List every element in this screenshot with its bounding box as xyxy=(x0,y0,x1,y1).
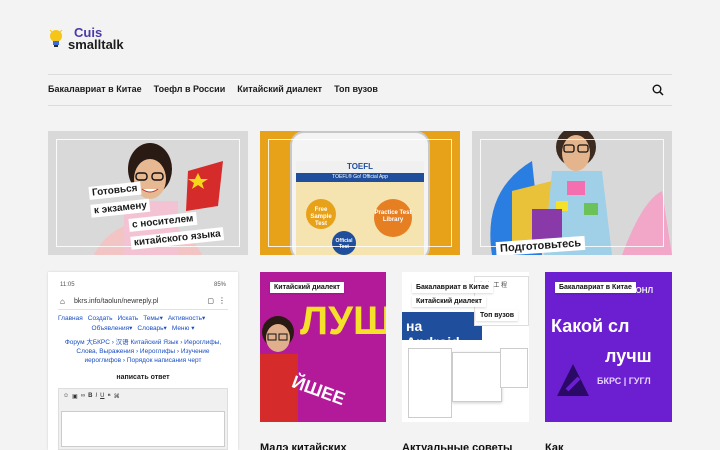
dict-screenshot-2 xyxy=(452,352,502,402)
caption-line: с носителем xyxy=(128,211,197,232)
logo-shape-icon xyxy=(557,364,589,396)
category-badge[interactable]: Китайский диалект xyxy=(412,296,486,307)
phone-screenshot-card[interactable]: 11:05 85% ⌂ bkrs.info/taolun/newreply.pl… xyxy=(48,272,238,450)
hero-card-3-frame xyxy=(480,139,664,247)
main-nav: Бакалавриат в Китае Тоефл в России Китай… xyxy=(48,84,378,94)
menu-item[interactable]: Главная xyxy=(58,314,83,324)
article-card-dialect[interactable]: ЛУЩ ЙШЕЕ Китайский диалект xyxy=(260,272,386,422)
menu-item[interactable]: Искать xyxy=(117,314,138,324)
article-3-heading[interactable]: Как xyxy=(545,442,563,450)
menu-item[interactable]: Активность▾ xyxy=(168,314,205,324)
browser-url[interactable]: bkrs.info/taolun/newreply.pl xyxy=(74,298,158,305)
forum-menu: Главная Создать Искать Темы▾ Активность▾… xyxy=(58,314,228,334)
nav-item-top-universities[interactable]: Топ вузов xyxy=(334,84,378,94)
nav-item-chinese-dialect[interactable]: Китайский диалект xyxy=(237,84,322,94)
code-icon[interactable]: ⌘ xyxy=(114,393,120,400)
nav-item-toefl-russia[interactable]: Тоефл в России xyxy=(154,84,226,94)
logo-line-2: smalltalk xyxy=(68,37,124,52)
article-2-heading[interactable]: Актуальные советы xyxy=(402,442,512,450)
hero-card-2-frame xyxy=(268,139,452,247)
more-icon[interactable]: ⋮ xyxy=(218,296,226,305)
menu-item[interactable]: Темы▾ xyxy=(143,314,163,324)
image-icon[interactable]: ▣ xyxy=(72,393,78,400)
reply-textarea[interactable] xyxy=(61,411,225,447)
page: Cuis smalltalk Бакалавриат в Китае Тоефл… xyxy=(0,0,720,450)
nav-top-divider xyxy=(48,74,672,75)
hero-card-toefl-app[interactable]: TOEFL TOEFL® Go! Official App Free Sampl… xyxy=(260,131,460,255)
svg-text:ЛУЩ: ЛУЩ xyxy=(300,299,386,343)
home-icon[interactable]: ⌂ xyxy=(60,297,65,306)
browser-bar: ⌂ bkrs.info/taolun/newreply.pl ▢ ⋮ xyxy=(58,294,228,310)
category-badge[interactable]: Бакалавриат в Китае xyxy=(412,282,493,293)
category-badge[interactable]: Китайский диалект xyxy=(270,282,344,293)
android-banner: на Android xyxy=(402,312,482,350)
lightbulb-logo-icon xyxy=(49,29,63,47)
site-logo[interactable]: Cuis smalltalk xyxy=(48,26,124,51)
menu-item[interactable]: Словарь▾ xyxy=(137,324,166,334)
link-icon[interactable]: ∞ xyxy=(81,393,85,400)
search-icon[interactable] xyxy=(652,84,664,96)
card-3-sub-text: лучш xyxy=(605,346,652,366)
caption-line: Готовься xyxy=(88,181,142,200)
category-badge[interactable]: Бакалавриат в Китае xyxy=(555,282,636,293)
card-3-brand-text: БКРС | ГУГЛ xyxy=(597,376,651,386)
hero-card-exam-prep[interactable]: Готовься к экзамену с носителем китайско… xyxy=(48,131,248,255)
dict-screenshot-3 xyxy=(408,348,452,418)
emoji-icon[interactable]: ☺ xyxy=(63,393,69,400)
dict-screenshot-4 xyxy=(500,348,528,388)
category-badge[interactable]: Топ вузов xyxy=(476,310,519,321)
article-card-android[interactable]: на Android 金 高 工 程 Бакалавриат в Китае К… xyxy=(402,272,529,422)
article-1-heading[interactable]: Малэ китайских xyxy=(260,442,347,450)
status-time: 11:05 xyxy=(60,282,75,288)
editor-toolbar: ☺ ▣ ∞ B I U ❝ ⌘ xyxy=(58,388,228,450)
italic-icon[interactable]: I xyxy=(95,393,97,400)
quote-icon[interactable]: ❝ xyxy=(107,393,110,400)
menu-item[interactable]: Создать xyxy=(88,314,113,324)
tabs-icon[interactable]: ▢ xyxy=(207,297,214,305)
forum-breadcrumb[interactable]: Форум 大БКРС › 汉语 Китайский Язык › Иерогл… xyxy=(60,338,226,365)
nav-item-bachelor-china[interactable]: Бакалавриат в Китае xyxy=(48,84,142,94)
reply-title: написать ответ xyxy=(116,374,170,381)
status-battery: 85% xyxy=(213,282,226,288)
article-card-online[interactable]: КИТАЙСКИЕ ОНЛ Какой сл лучш БКРС | ГУГЛ … xyxy=(545,272,672,422)
bold-icon[interactable]: B xyxy=(88,393,92,400)
menu-item[interactable]: Объявления▾ xyxy=(92,324,133,334)
menu-item[interactable]: Меню ▾ xyxy=(172,324,195,334)
underline-icon[interactable]: U xyxy=(100,393,104,400)
article-card-1-illustration: ЛУЩ ЙШЕЕ xyxy=(260,272,386,422)
card-3-main-text: Какой сл xyxy=(551,316,630,336)
nav-bottom-divider xyxy=(48,105,672,106)
hero-card-prepare[interactable]: Подготовьтесь xyxy=(472,131,672,255)
